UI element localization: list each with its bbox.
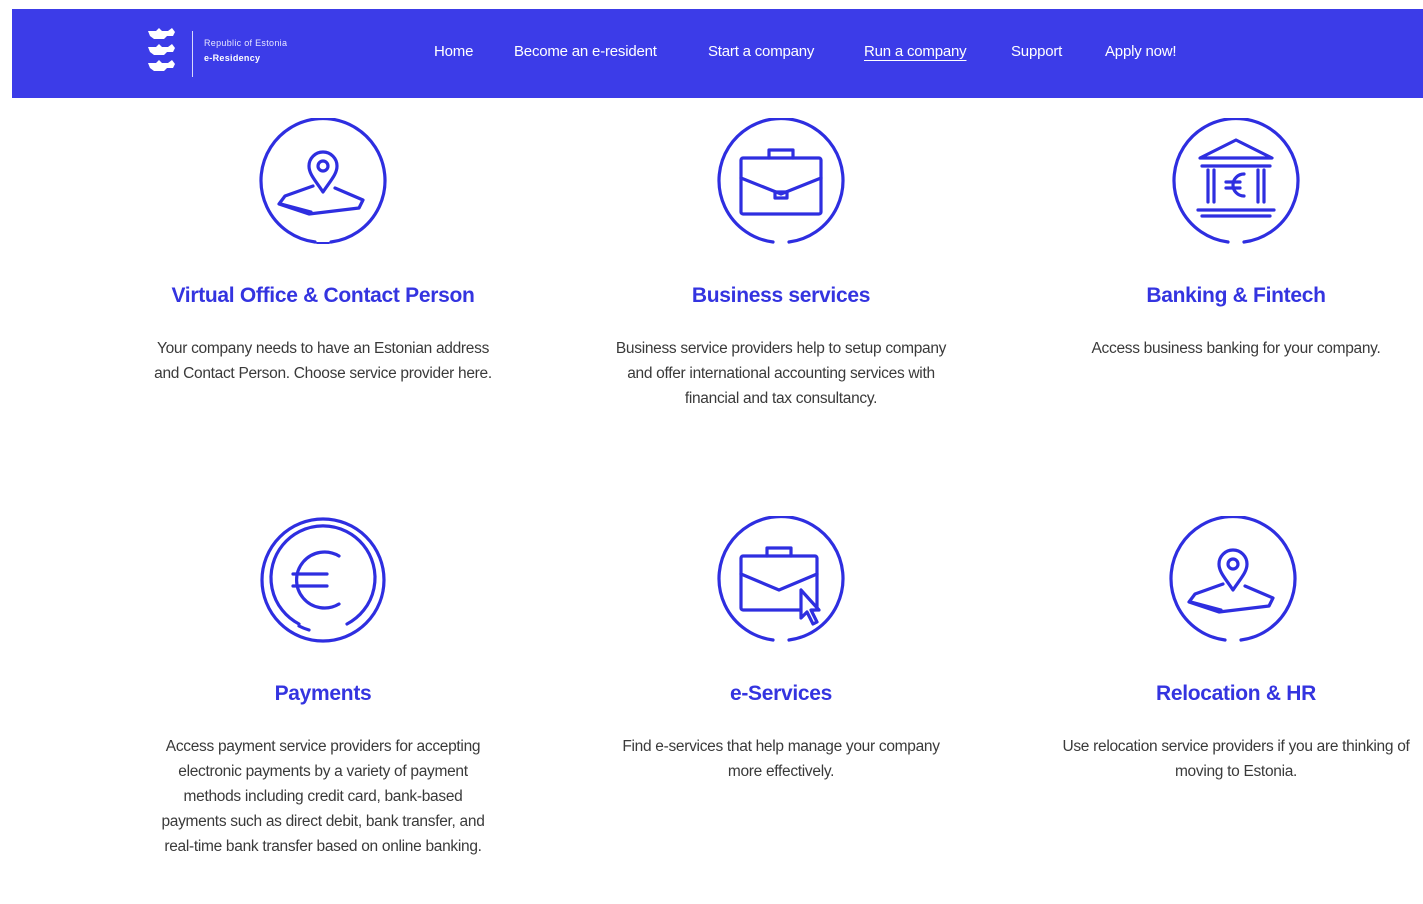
briefcase-cursor-icon	[717, 516, 845, 642]
nav-support[interactable]: Support	[1011, 43, 1062, 60]
service-card-payments[interactable]: Payments Access payment service provider…	[133, 516, 513, 904]
card-description: Business service providers help to setup…	[615, 340, 947, 407]
top-navigation-bar: Republic of Estonia e-Residency Home Bec…	[12, 9, 1423, 98]
card-title[interactable]: e-Services	[591, 682, 971, 706]
logo-divider	[192, 31, 193, 77]
card-description: Access payment service providers for acc…	[161, 738, 485, 855]
card-title[interactable]: Relocation & HR	[1043, 682, 1423, 706]
location-pin-icon	[1169, 516, 1297, 642]
card-description: Find e-services that help manage your co…	[622, 738, 940, 780]
card-description: Access business banking for your company…	[1091, 340, 1381, 357]
card-description: Your company needs to have an Estonian a…	[154, 340, 492, 382]
card-title[interactable]: Business services	[591, 284, 971, 308]
card-title[interactable]: Virtual Office & Contact Person	[133, 284, 513, 308]
service-card-relocation-hr[interactable]: Relocation & HR Use relocation service p…	[1043, 516, 1423, 816]
three-lions-icon	[148, 28, 175, 71]
nav-apply-now[interactable]: Apply now!	[1105, 43, 1177, 60]
bank-euro-icon	[1172, 118, 1300, 244]
service-card-business-services[interactable]: Business services Business service provi…	[591, 118, 971, 438]
nav-become-e-resident[interactable]: Become an e-resident	[514, 43, 657, 60]
location-pin-icon	[259, 118, 387, 244]
logo-line1: Republic of Estonia	[204, 38, 288, 48]
logo-line2: e-Residency	[204, 53, 261, 63]
service-card-banking-fintech[interactable]: Banking & Fintech Access business bankin…	[1046, 118, 1423, 418]
service-card-e-services[interactable]: e-Services Find e-services that help man…	[591, 516, 971, 816]
nav-run-company[interactable]: Run a company	[864, 43, 967, 60]
briefcase-icon	[717, 118, 845, 244]
nav-home[interactable]: Home	[434, 43, 473, 60]
euro-coin-icon	[260, 517, 386, 643]
card-title[interactable]: Banking & Fintech	[1046, 284, 1423, 308]
service-card-virtual-office[interactable]: Virtual Office & Contact Person Your com…	[133, 118, 513, 418]
nav-start-company[interactable]: Start a company	[708, 43, 814, 60]
e-residency-logo[interactable]: Republic of Estonia e-Residency	[146, 27, 336, 81]
card-description: Use relocation service providers if you …	[1062, 738, 1410, 780]
card-title[interactable]: Payments	[133, 682, 513, 706]
